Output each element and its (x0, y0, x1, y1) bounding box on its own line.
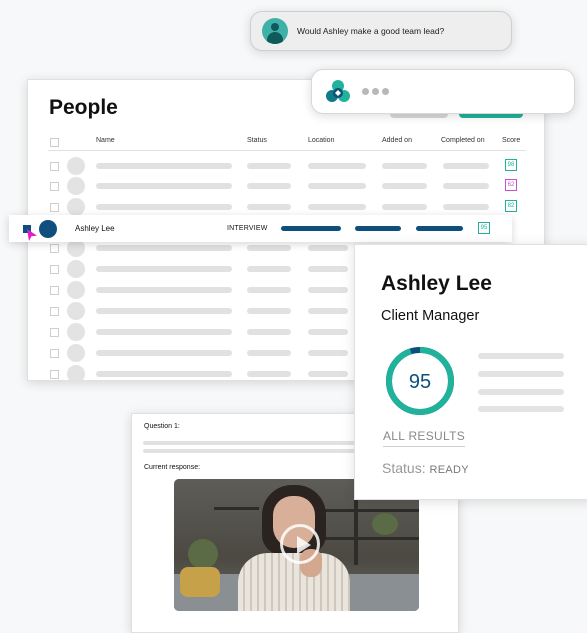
row-checkbox[interactable] (50, 370, 59, 379)
row-checkbox[interactable] (50, 244, 59, 253)
play-icon[interactable] (280, 524, 320, 564)
page-title: People (49, 96, 118, 119)
avatar (67, 281, 85, 299)
detail-role: Client Manager (381, 308, 480, 324)
status-line: Status: READY (382, 460, 469, 476)
row-checkbox[interactable] (50, 182, 59, 191)
all-results-link[interactable]: ALL RESULTS (383, 429, 465, 447)
avatar (67, 344, 85, 362)
avatar (39, 220, 57, 238)
typing-indicator (362, 88, 392, 95)
avatar (67, 198, 85, 216)
user-message: Would Ashley make a good team lead? (297, 26, 445, 36)
score-ring: 95 (386, 347, 454, 415)
column-header-location[interactable]: Location (308, 137, 334, 144)
column-header-added-on[interactable]: Added on (382, 137, 412, 144)
table-row[interactable]: 98 (28, 156, 546, 176)
added-on-bar (355, 226, 401, 231)
avatar (67, 177, 85, 195)
score-badge: 98 (505, 159, 517, 171)
score-badge: 62 (505, 179, 517, 191)
sparkle-logo-icon (326, 79, 350, 102)
avatar (67, 157, 85, 175)
detail-name: Ashley Lee (381, 272, 492, 295)
header-divider (48, 150, 526, 151)
score-badge: 95 (478, 222, 490, 234)
column-header-status[interactable]: Status (247, 137, 267, 144)
avatar (67, 323, 85, 341)
location-bar (281, 226, 341, 231)
row-checkbox[interactable] (50, 349, 59, 358)
row-checkbox[interactable] (50, 203, 59, 212)
user-chat-bubble: Would Ashley make a good team lead? (250, 11, 512, 51)
avatar (67, 365, 85, 383)
row-checkbox[interactable] (50, 265, 59, 274)
candidate-detail-card: Ashley Lee Client Manager 95 ALL RESULTS… (354, 244, 587, 500)
row-checkbox[interactable] (50, 307, 59, 316)
column-header-name[interactable]: Name (96, 137, 115, 144)
table-row[interactable]: 82 (28, 197, 546, 217)
completed-on-bar (416, 226, 463, 231)
table-row[interactable]: 62 (28, 176, 546, 196)
avatar (67, 302, 85, 320)
row-checkbox[interactable] (50, 328, 59, 337)
score-value: 95 (409, 371, 431, 393)
score-badge: 82 (505, 200, 517, 212)
person-icon (262, 18, 288, 44)
question-label: Question 1: (144, 423, 180, 430)
status-label: Status: (382, 460, 426, 476)
candidate-status: INTERVIEW (227, 225, 268, 232)
avatar (67, 260, 85, 278)
current-response-label: Current response: (144, 464, 201, 471)
candidate-name[interactable]: Ashley Lee (75, 224, 115, 233)
row-checkbox[interactable] (50, 162, 59, 171)
select-all-checkbox[interactable] (50, 138, 59, 147)
bot-chat-bubble (311, 69, 575, 114)
status-value: READY (429, 464, 469, 476)
row-checkbox[interactable] (50, 286, 59, 295)
column-header-completed-on[interactable]: Completed on (441, 137, 485, 144)
column-header-score[interactable]: Score (502, 137, 520, 144)
selected-table-row[interactable]: Ashley Lee INTERVIEW 95 (9, 215, 512, 242)
